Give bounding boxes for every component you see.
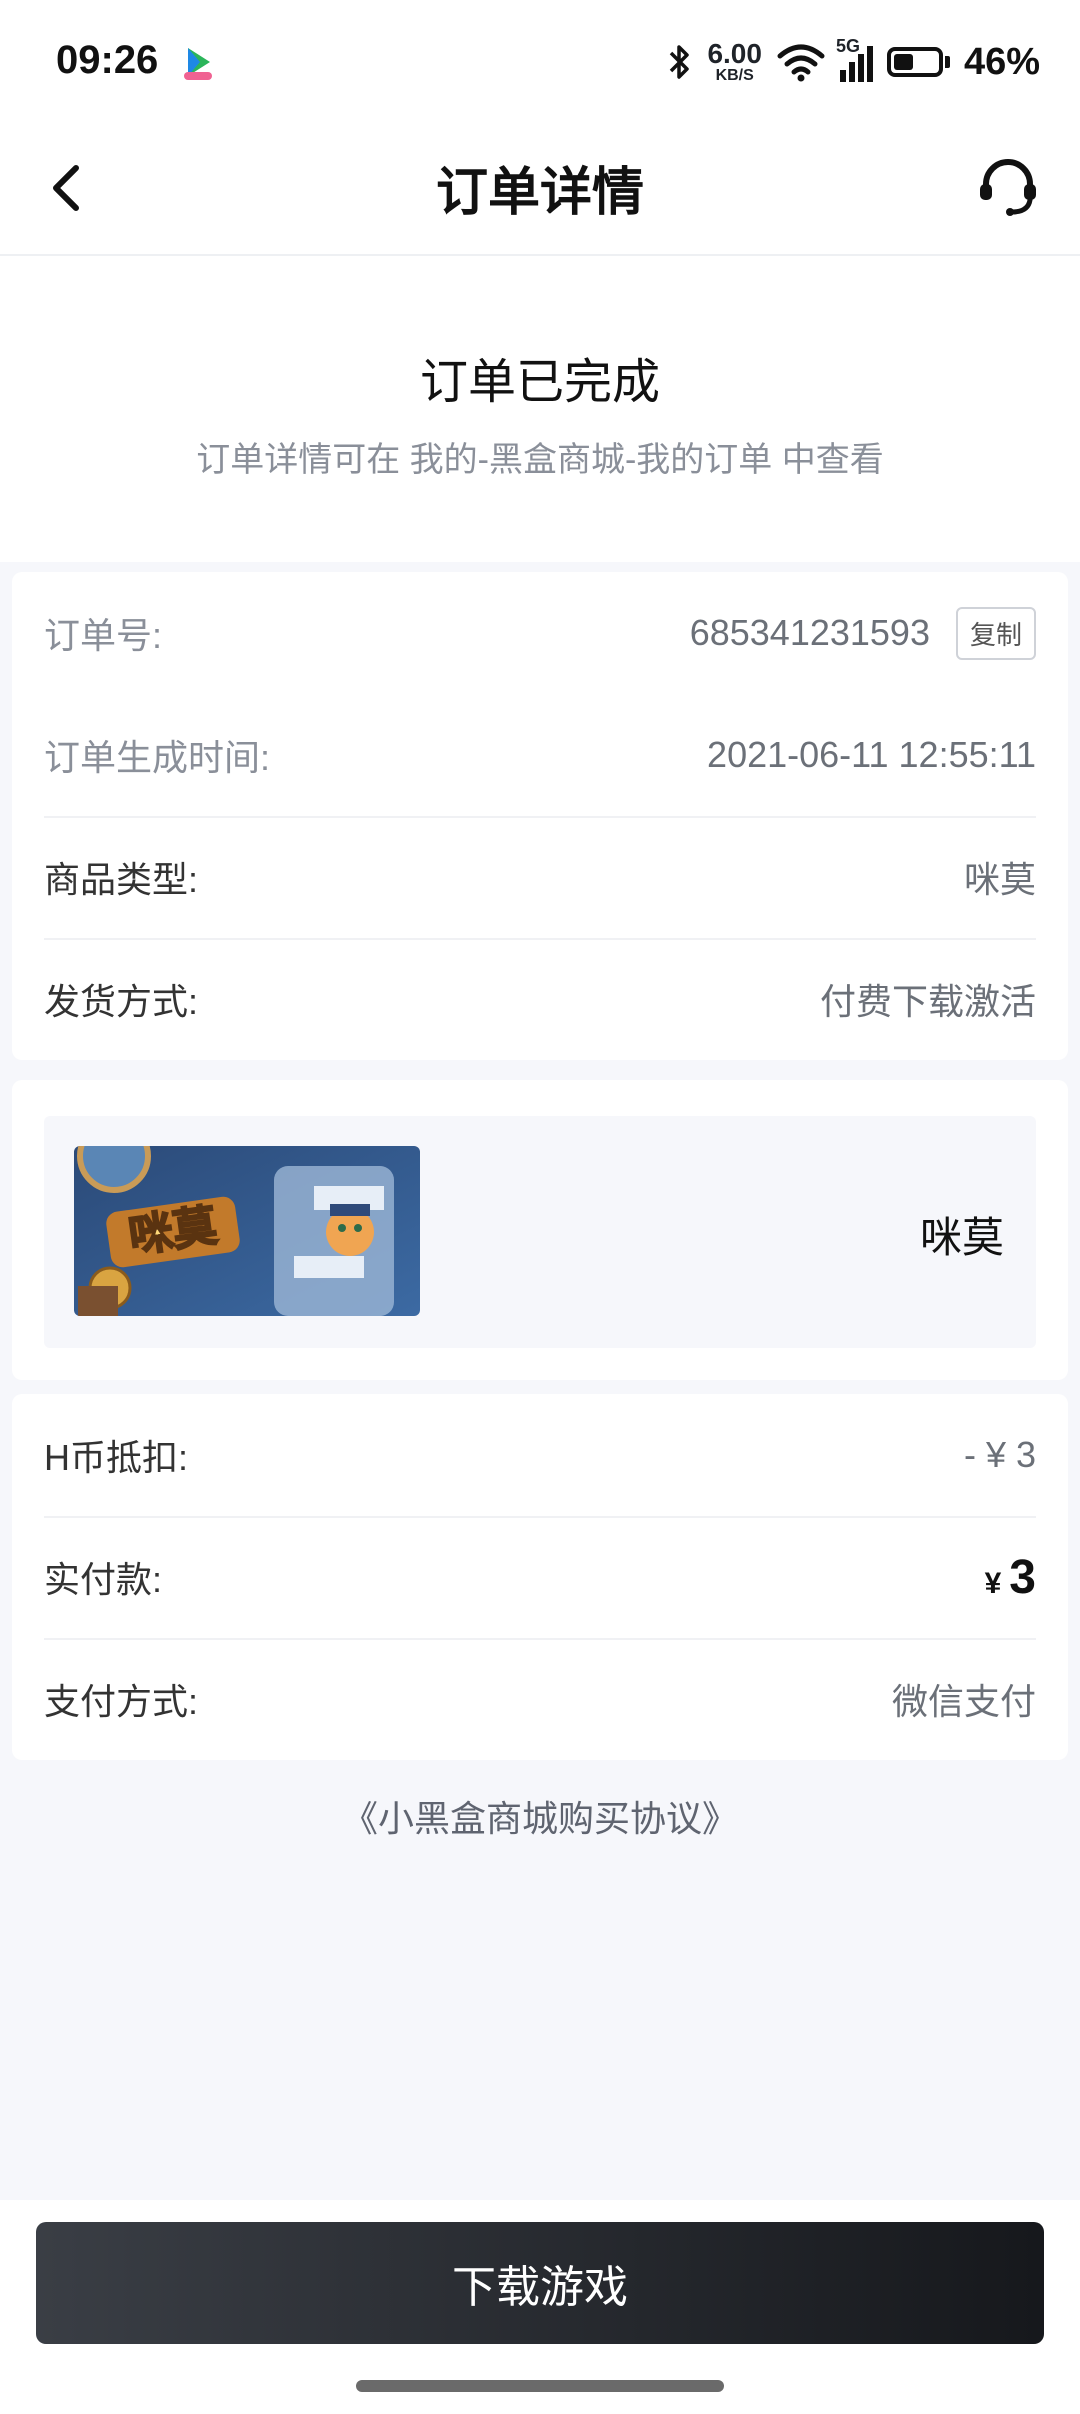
bluetooth-icon xyxy=(670,45,690,79)
order-time-value: 2021-06-11 12:55:11 xyxy=(707,734,1036,775)
status-icons: 6.00 KB/S 5G 46% xyxy=(667,36,1040,88)
battery-icon xyxy=(886,47,950,77)
play-store-icon xyxy=(184,48,212,80)
paid-amount: 3 xyxy=(1009,1550,1036,1604)
order-number-row: 订单号: 685341231593 复制 xyxy=(44,572,1036,694)
cellular-signal: 5G xyxy=(836,36,873,82)
order-number-value: 685341231593 xyxy=(689,612,930,653)
paid-amount-label: 实付款: xyxy=(44,1559,163,1600)
home-indicator[interactable] xyxy=(356,2380,724,2392)
product-item[interactable]: 咪莫 咪莫 xyxy=(44,1116,1036,1348)
product-type-value: 咪莫 xyxy=(963,859,1036,900)
status-bar: 09:26 6.00 KB/S 5G 46% xyxy=(0,0,1080,120)
battery-percent: 46% xyxy=(963,40,1040,83)
signal-bar-icon xyxy=(866,46,873,82)
order-status-header: 订单已完成 订单详情可在 我的-黑盒商城-我的订单 中查看 xyxy=(0,256,1080,562)
payment-method-value: 微信支付 xyxy=(891,1681,1036,1722)
coin-discount-label: H币抵扣: xyxy=(44,1437,189,1478)
download-game-button[interactable]: 下载游戏 xyxy=(36,2222,1044,2344)
delivery-row: 发货方式: 付费下载激活 xyxy=(44,938,1036,1060)
customer-service-button[interactable] xyxy=(976,156,1040,220)
wifi-icon xyxy=(777,44,825,82)
nav-bar: 订单详情 xyxy=(0,120,1080,256)
coin-discount-row: H币抵扣: - ¥ 3 xyxy=(44,1394,1036,1518)
product-thumbnail: 咪莫 xyxy=(74,1146,420,1316)
delivery-label: 发货方式: xyxy=(44,981,199,1022)
status-time: 09:26 xyxy=(56,38,159,82)
coin-discount-value: - ¥ 3 xyxy=(963,1434,1036,1475)
order-number-value-group: 685341231593 复制 xyxy=(689,606,1036,660)
payment-card: H币抵扣: - ¥ 3 实付款: ¥ 3 支付方式: 微信支付 xyxy=(12,1394,1068,1760)
purchase-agreement-link[interactable]: 《小黑盒商城购买协议》 xyxy=(0,1790,1080,1842)
bottom-action-bar: 下载游戏 xyxy=(0,2200,1080,2414)
copy-button[interactable]: 复制 xyxy=(955,606,1036,660)
order-status-subtitle: 订单详情可在 我的-黑盒商城-我的订单 中查看 xyxy=(196,441,884,479)
network-speed-value: 6.00 xyxy=(707,38,762,69)
signal-bar-icon xyxy=(857,54,864,82)
product-type-row: 商品类型: 咪莫 xyxy=(44,816,1036,940)
order-status-title: 订单已完成 xyxy=(419,356,660,409)
signal-bar-icon xyxy=(848,62,855,82)
order-time-label: 订单生成时间: xyxy=(44,737,271,778)
delivery-value: 付费下载激活 xyxy=(819,981,1036,1022)
payment-method-row: 支付方式: 微信支付 xyxy=(44,1638,1036,1760)
signal-bar-icon xyxy=(839,70,846,82)
payment-method-label: 支付方式: xyxy=(44,1681,199,1722)
network-type-label: 5G xyxy=(835,36,860,56)
order-info-card: 订单号: 685341231593 复制 订单生成时间: 2021-06-11 … xyxy=(12,572,1068,1060)
page-title: 订单详情 xyxy=(435,164,644,222)
paid-amount-value: ¥ 3 xyxy=(985,1550,1036,1605)
game-cover-image: 咪莫 xyxy=(74,1146,420,1316)
product-name: 咪莫 xyxy=(919,1214,1004,1261)
paid-currency: ¥ xyxy=(984,1566,1002,1600)
network-speed: 6.00 KB/S xyxy=(707,40,762,84)
paid-amount-row: 实付款: ¥ 3 xyxy=(44,1516,1036,1640)
order-number-label: 订单号: xyxy=(44,615,163,656)
network-speed-unit: KB/S xyxy=(715,67,754,84)
order-time-row: 订单生成时间: 2021-06-11 12:55:11 xyxy=(44,694,1036,818)
product-type-label: 商品类型: xyxy=(44,859,199,900)
product-card: 咪莫 咪莫 xyxy=(12,1080,1068,1380)
